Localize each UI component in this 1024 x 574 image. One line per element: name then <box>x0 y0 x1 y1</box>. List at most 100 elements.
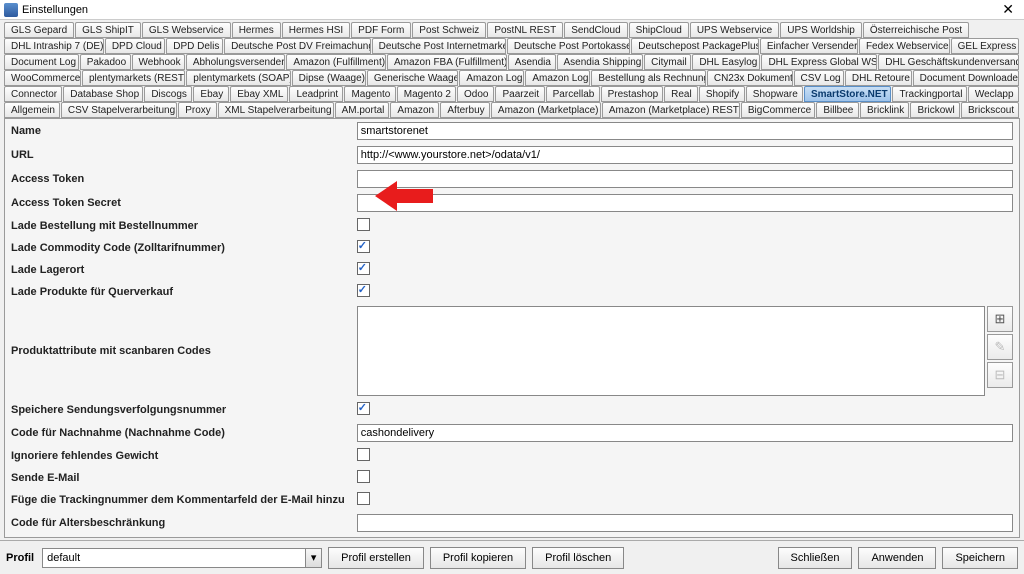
tab-bricklink[interactable]: Bricklink <box>860 102 910 118</box>
profil-kopieren-button[interactable]: Profil kopieren <box>430 547 526 569</box>
url-input[interactable] <box>357 146 1013 164</box>
access-token-secret-input[interactable] <box>357 194 1013 212</box>
tab-shipcloud[interactable]: ShipCloud <box>629 22 689 38</box>
tab-bigcommerce[interactable]: BigCommerce <box>741 102 815 118</box>
tab-discogs[interactable]: Discogs <box>144 86 192 102</box>
tab-ups-worldship[interactable]: UPS Worldship <box>780 22 862 38</box>
add-button[interactable]: ⊞ <box>987 306 1013 332</box>
profil-erstellen-button[interactable]: Profil erstellen <box>328 547 424 569</box>
profil-select[interactable]: default ▾ <box>42 548 322 568</box>
tab-amazon-marketplace-[interactable]: Amazon (Marketplace) <box>491 102 601 118</box>
tab-shopify[interactable]: Shopify <box>699 86 745 102</box>
tab-dhl-intraship-7-de-[interactable]: DHL Intraship 7 (DE) <box>4 38 104 54</box>
tracking-kommentar-checkbox[interactable] <box>357 492 370 505</box>
tab-csv-log[interactable]: CSV Log <box>794 70 844 86</box>
tab-weclapp[interactable]: Weclapp <box>968 86 1019 102</box>
tab-database-shop[interactable]: Database Shop <box>63 86 143 102</box>
tab-einfacher-versender[interactable]: Einfacher Versender <box>760 38 858 54</box>
tab-ups-webservice[interactable]: UPS Webservice <box>690 22 779 38</box>
tab-plentymarkets-soap-[interactable]: plentymarkets (SOAP) <box>186 70 290 86</box>
profil-loeschen-button[interactable]: Profil löschen <box>532 547 624 569</box>
tab-magento-2[interactable]: Magento 2 <box>397 86 456 102</box>
tab-shopware[interactable]: Shopware <box>746 86 803 102</box>
tab-document-downloader[interactable]: Document Downloader <box>913 70 1019 86</box>
tab--sterreichische-post[interactable]: Österreichische Post <box>863 22 969 38</box>
tab-gls-webservice[interactable]: GLS Webservice <box>142 22 231 38</box>
remove-button[interactable]: ⊟ <box>987 362 1013 388</box>
anwenden-button[interactable]: Anwenden <box>858 547 936 569</box>
tab-amazon-fba-fulfillment-[interactable]: Amazon FBA (Fulfillment) <box>387 54 507 70</box>
tab-abholungsversender[interactable]: Abholungsversender <box>186 54 286 70</box>
sende-email-checkbox[interactable] <box>357 470 370 483</box>
tab-deutsche-post-portokasse[interactable]: Deutsche Post Portokasse <box>507 38 630 54</box>
tab-afterbuy[interactable]: Afterbuy <box>440 102 490 118</box>
tab-ebay-xml[interactable]: Ebay XML <box>230 86 288 102</box>
speichere-sendung-checkbox[interactable] <box>357 402 370 415</box>
ignoriere-gewicht-checkbox[interactable] <box>357 448 370 461</box>
tab-brickscout[interactable]: Brickscout <box>961 102 1019 118</box>
tab-billbee[interactable]: Billbee <box>816 102 859 118</box>
name-input[interactable] <box>357 122 1013 140</box>
tab-amazon-log[interactable]: Amazon Log <box>525 70 590 86</box>
tab-dhl-gesch-ftskundenversand[interactable]: DHL Geschäftskundenversand <box>878 54 1019 70</box>
access-token-input[interactable] <box>357 170 1013 188</box>
code-alter-input[interactable] <box>357 514 1013 532</box>
tab-post-schweiz[interactable]: Post Schweiz <box>412 22 486 38</box>
tab-proxy[interactable]: Proxy <box>178 102 216 118</box>
tab-parcellab[interactable]: Parcellab <box>546 86 600 102</box>
tab-deutsche-post-dv-freimachung[interactable]: Deutsche Post DV Freimachung <box>224 38 371 54</box>
tab-prestashop[interactable]: Prestashop <box>601 86 663 102</box>
tab-dipse-waage-[interactable]: Dipse (Waage) <box>292 70 366 86</box>
tab-am-portal[interactable]: AM.portal <box>335 102 390 118</box>
tab-cn23x-dokument[interactable]: CN23x Dokument <box>707 70 793 86</box>
tab-trackingportal[interactable]: Trackingportal <box>892 86 966 102</box>
tab-magento[interactable]: Magento <box>344 86 395 102</box>
tab-odoo[interactable]: Odoo <box>457 86 494 102</box>
tab-amazon-log[interactable]: Amazon Log <box>459 70 524 86</box>
lade-commodity-checkbox[interactable] <box>357 240 370 253</box>
tab-fedex-webservice[interactable]: Fedex Webservice <box>859 38 950 54</box>
tab-dpd-cloud[interactable]: DPD Cloud <box>105 38 165 54</box>
tab-dpd-delis[interactable]: DPD Delis <box>166 38 223 54</box>
tab-asendia[interactable]: Asendia <box>508 54 556 70</box>
tab-hermes[interactable]: Hermes <box>232 22 281 38</box>
tab-allgemein[interactable]: Allgemein <box>4 102 60 118</box>
tab-postnl-rest[interactable]: PostNL REST <box>487 22 563 38</box>
tab-xml-stapelverarbeitung[interactable]: XML Stapelverarbeitung <box>218 102 334 118</box>
tab-citymail[interactable]: Citymail <box>644 54 691 70</box>
tab-smartstore-net[interactable]: SmartStore.NET <box>804 86 892 102</box>
tab-dhl-retoure[interactable]: DHL Retoure <box>845 70 912 86</box>
tab-ebay[interactable]: Ebay <box>193 86 229 102</box>
tab-amazon[interactable]: Amazon <box>390 102 439 118</box>
tab-document-log[interactable]: Document Log <box>4 54 79 70</box>
tab-bestellung-als-rechnung[interactable]: Bestellung als Rechnung <box>591 70 706 86</box>
tab-generische-waage[interactable]: Generische Waage <box>367 70 458 86</box>
tab-sendcloud[interactable]: SendCloud <box>564 22 627 38</box>
produktattribute-textarea[interactable] <box>357 306 985 396</box>
lade-produkte-checkbox[interactable] <box>357 284 370 297</box>
tab-webhook[interactable]: Webhook <box>132 54 185 70</box>
tab-brickowl[interactable]: Brickowl <box>910 102 960 118</box>
lade-lagerort-checkbox[interactable] <box>357 262 370 275</box>
code-nachnahme-input[interactable] <box>357 424 1013 442</box>
tab-gls-shipit[interactable]: GLS ShipIT <box>75 22 141 38</box>
tab-pakadoo[interactable]: Pakadoo <box>80 54 131 70</box>
tab-paarzeit[interactable]: Paarzeit <box>495 86 544 102</box>
edit-button[interactable]: ✎ <box>987 334 1013 360</box>
tab-connector[interactable]: Connector <box>4 86 62 102</box>
close-icon[interactable]: ✕ <box>996 1 1020 18</box>
tab-deutsche-post-internetmarke[interactable]: Deutsche Post Internetmarke <box>372 38 506 54</box>
tab-gls-gepard[interactable]: GLS Gepard <box>4 22 74 38</box>
tab-hermes-hsi[interactable]: Hermes HSI <box>282 22 350 38</box>
tab-deutschepost-packageplus[interactable]: Deutschepost PackagePlus <box>631 38 759 54</box>
tab-dhl-easylog[interactable]: DHL Easylog <box>692 54 760 70</box>
tab-gel-express[interactable]: GEL Express <box>951 38 1019 54</box>
tab-amazon-fulfillment-[interactable]: Amazon (Fulfillment) <box>286 54 386 70</box>
tab-asendia-shipping[interactable]: Asendia Shipping <box>557 54 644 70</box>
tab-amazon-marketplace-rest[interactable]: Amazon (Marketplace) REST <box>602 102 740 118</box>
tab-real[interactable]: Real <box>664 86 698 102</box>
lade-bestellung-checkbox[interactable] <box>357 218 370 231</box>
tab-pdf-form[interactable]: PDF Form <box>351 22 411 38</box>
tab-leadprint[interactable]: Leadprint <box>289 86 343 102</box>
schliessen-button[interactable]: Schließen <box>778 547 853 569</box>
